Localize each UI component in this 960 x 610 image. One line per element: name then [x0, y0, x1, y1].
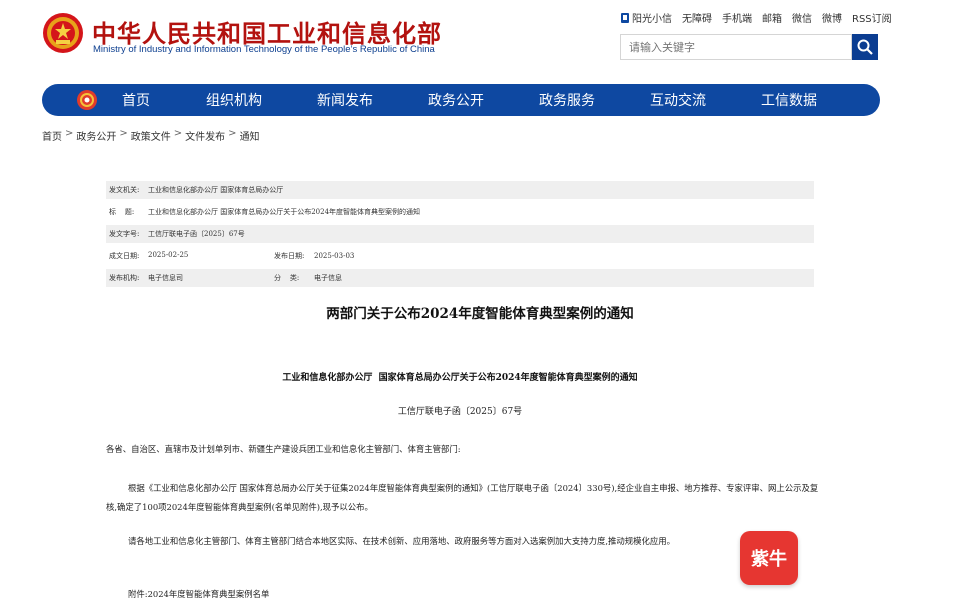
meta-created: 成文日期: 2025-02-25: [106, 251, 274, 261]
breadcrumb-notice[interactable]: 通知: [240, 128, 260, 143]
main-nav: 首页 组织机构 新闻发布 政务公开 政务服务 互动交流 工信数据: [42, 84, 880, 116]
top-link-weibo[interactable]: 微博: [822, 10, 842, 25]
nav-item-services[interactable]: 政务服务: [539, 90, 650, 110]
article-attachment-line[interactable]: 附件:2024年度智能体育典型案例名单: [106, 585, 826, 604]
top-link-mobile[interactable]: 手机端: [722, 10, 752, 25]
meta-label: 发布机构:: [109, 274, 140, 282]
sunshine-icon: [621, 13, 629, 23]
meta-row-org: 发布机构: 电子信息司 分 类: 电子信息: [106, 269, 814, 287]
meta-row-docno: 发文字号: 工信厅联电子函〔2025〕67号: [106, 225, 814, 243]
breadcrumb-policy-files[interactable]: 政策文件: [131, 128, 171, 143]
meta-label: 发文字号:: [109, 230, 140, 238]
meta-value: 2025-02-25: [148, 251, 189, 259]
top-link-rss[interactable]: RSS订阅: [852, 10, 892, 25]
top-link-mail[interactable]: 邮箱: [762, 10, 782, 25]
nav-item-organization[interactable]: 组织机构: [206, 90, 317, 110]
search-icon: [857, 39, 873, 55]
meta-label: 发布日期:: [274, 252, 305, 260]
article-paragraph: 根据《工业和信息化部办公厅 国家体育总局办公厅关于征集2024年度智能体育典型案…: [106, 483, 819, 512]
article-doc-number: 工信厅联电子函〔2025〕67号: [397, 407, 523, 417]
meta-value: 电子信息: [314, 274, 342, 282]
meta-row-title: 标 题: 工业和信息化部办公厅 国家体育总局办公厅关于公布2024年度智能体育典…: [106, 203, 814, 221]
article-paragraph: 各省、自治区、直辖市及计划单列市、新疆生产建设兵团工业和信息化主管部门、体育主管…: [106, 444, 461, 454]
meta-row-dates: 成文日期: 2025-02-25 发布日期: 2025-03-03: [106, 247, 814, 265]
nav-item-news[interactable]: 新闻发布: [317, 90, 428, 110]
nav-item-home[interactable]: 首页: [122, 90, 206, 110]
national-emblem-icon[interactable]: [42, 12, 84, 54]
meta-value: 工信厅联电子函〔2025〕67号: [148, 230, 245, 238]
document-meta-table: 发文机关: 工业和信息化部办公厅 国家体育总局办公厅 标 题: 工业和信息化部办…: [106, 181, 814, 291]
meta-row-issuer: 发文机关: 工业和信息化部办公厅 国家体育总局办公厅: [106, 181, 814, 199]
meta-value: 电子信息司: [148, 274, 183, 282]
nav-item-government-affairs[interactable]: 政务公开: [428, 90, 539, 110]
top-links: 阳光小信 无障碍 手机端 邮箱 微信 微博 RSS订阅: [620, 10, 892, 25]
article-paragraph: 请各地工业和信息化主管部门、体育主管部门结合本地区实际、在技术创新、应用落地、政…: [128, 536, 676, 546]
meta-label: 分 类:: [274, 274, 300, 282]
meta-value: 2025-03-03: [314, 252, 355, 260]
breadcrumb-file-release[interactable]: 文件发布: [185, 128, 225, 143]
meta-org: 发布机构: 电子信息司: [106, 273, 274, 283]
top-link-label: 阳光小信: [632, 14, 672, 25]
site-subtitle: Ministry of Industry and Information Tec…: [93, 44, 435, 55]
breadcrumb-separator: >: [228, 128, 237, 139]
search-input[interactable]: [620, 34, 852, 60]
breadcrumb: 首页 > 政务公开 > 政策文件 > 文件发布 > 通知: [42, 128, 260, 143]
nav-logo-icon[interactable]: [76, 89, 98, 111]
meta-label: 成文日期:: [109, 252, 140, 260]
breadcrumb-separator: >: [119, 128, 128, 139]
article-title: 两部门关于公布2024年度智能体育典型案例的通知: [326, 306, 634, 322]
meta-label: 发文机关:: [109, 186, 140, 194]
floating-app-badge[interactable]: 紫牛: [740, 531, 798, 585]
top-link-sunshine[interactable]: 阳光小信: [620, 10, 672, 25]
article-issuer-line: 工业和信息化部办公厅 国家体育总局办公厅关于公布2024年度智能体育典型案例的通…: [282, 373, 638, 383]
site-header: 中华人民共和国工业和信息化部 Ministry of Industry and …: [0, 0, 960, 84]
breadcrumb-home[interactable]: 首页: [42, 128, 62, 143]
breadcrumb-separator: >: [173, 128, 183, 139]
meta-value: 工业和信息化部办公厅 国家体育总局办公厅: [148, 186, 284, 194]
nav-item-data[interactable]: 工信数据: [761, 90, 841, 110]
search-button[interactable]: [852, 34, 878, 60]
top-link-accessibility[interactable]: 无障碍: [682, 10, 712, 25]
top-link-wechat[interactable]: 微信: [792, 10, 812, 25]
breadcrumb-government-affairs[interactable]: 政务公开: [76, 128, 116, 143]
nav-item-interaction[interactable]: 互动交流: [650, 90, 761, 110]
meta-value: 工业和信息化部办公厅 国家体育总局办公厅关于公布2024年度智能体育典型案例的通…: [148, 208, 421, 216]
meta-label: 标 题:: [109, 208, 135, 216]
breadcrumb-separator: >: [65, 128, 74, 139]
badge-label: 紫牛: [751, 549, 787, 570]
